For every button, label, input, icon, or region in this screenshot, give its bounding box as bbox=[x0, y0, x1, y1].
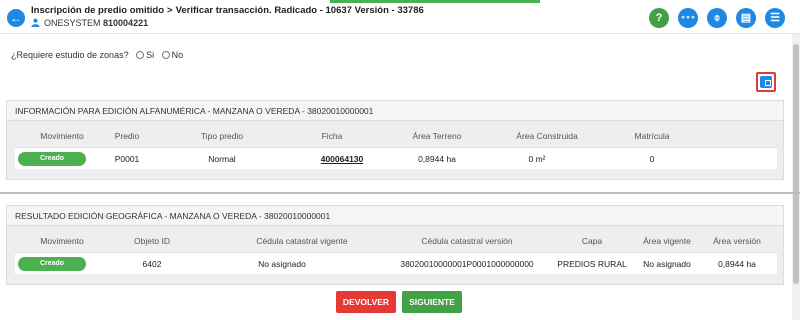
document-button[interactable]: ▤ bbox=[736, 8, 756, 28]
flow-button[interactable]: ∘∘∘ bbox=[678, 8, 698, 28]
radio-no[interactable] bbox=[161, 51, 170, 59]
column-header: Área Terreno bbox=[412, 131, 462, 141]
document-icon: ▤ bbox=[740, 12, 752, 24]
column-header: Objeto ID bbox=[134, 236, 170, 246]
column-header: Área vigente bbox=[643, 236, 691, 246]
siguiente-button[interactable]: SIGUIENTE bbox=[402, 291, 462, 313]
radio-yes[interactable] bbox=[136, 51, 145, 59]
alfa-panel: INFORMACIÓN PARA EDICIÓN ALFANUMÉRICA - … bbox=[6, 100, 784, 180]
cell-tipo-predio: Normal bbox=[208, 154, 236, 164]
column-header: Área versión bbox=[713, 236, 761, 246]
user-info: ONESYSTEM 810004221 bbox=[31, 18, 148, 28]
column-header: Capa bbox=[581, 236, 603, 246]
column-header: Área Construida bbox=[516, 131, 578, 141]
back-button[interactable]: ← bbox=[7, 9, 25, 27]
radio-no-label: No bbox=[171, 50, 184, 60]
cell-area-vigente: No asignado bbox=[643, 259, 691, 269]
cell-predio: P0001 bbox=[114, 154, 140, 164]
cell-area-version: 0,8944 ha bbox=[718, 259, 756, 269]
geo-panel: RESULTADO EDICIÓN GEOGRÁFICA - MANZANA O… bbox=[6, 205, 784, 285]
ficha-link[interactable]: 400064130 bbox=[307, 154, 377, 164]
breadcrumb-item: Verificar transacción. Radicado - 10637 … bbox=[175, 5, 424, 16]
scrollbar-thumb[interactable] bbox=[793, 44, 799, 284]
column-header: Cédula catastral versión bbox=[421, 236, 513, 246]
arrow-left-icon: ← bbox=[10, 11, 22, 25]
flow-icon: ∘∘∘ bbox=[680, 13, 696, 22]
cell-objeto-id: 6402 bbox=[142, 259, 162, 269]
attachment-icon: ⌽ bbox=[713, 12, 721, 24]
comments-button[interactable]: ☰ bbox=[765, 8, 785, 28]
column-header: Tipo predio bbox=[200, 131, 244, 141]
export-button[interactable] bbox=[756, 72, 776, 92]
alfa-panel-title: INFORMACIÓN PARA EDICIÓN ALFANUMÉRICA - … bbox=[7, 101, 783, 121]
status-badge[interactable]: Creado bbox=[18, 257, 86, 271]
attachment-button[interactable]: ⌽ bbox=[707, 8, 727, 28]
column-header: Matrícula bbox=[634, 131, 670, 141]
comments-icon: ☰ bbox=[770, 12, 780, 24]
breadcrumb-item[interactable]: Inscripción de predio omitido bbox=[31, 5, 164, 16]
section-divider bbox=[0, 192, 800, 194]
user-code: 810004221 bbox=[103, 18, 149, 28]
column-header: Cédula catastral vigente bbox=[256, 236, 348, 246]
scrollbar[interactable] bbox=[792, 34, 800, 320]
help-icon: ? bbox=[655, 12, 663, 24]
help-button[interactable]: ? bbox=[649, 8, 669, 28]
breadcrumb: Inscripción de predio omitido > Verificar … bbox=[31, 5, 424, 16]
column-header: Ficha bbox=[321, 131, 343, 141]
column-header: Movimiento bbox=[40, 236, 84, 246]
user-icon bbox=[31, 18, 40, 27]
cell-capa: PREDIOS RURAL bbox=[557, 259, 627, 269]
column-header: Predio bbox=[114, 131, 140, 141]
user-name: ONESYSTEM bbox=[44, 18, 101, 28]
header-bar: ← Inscripción de predio omitido > Verifica… bbox=[0, 0, 800, 34]
cell-area-construida: 0 m² bbox=[528, 154, 546, 164]
cell-cedula-vigente: No asignado bbox=[258, 259, 306, 269]
export-icon bbox=[760, 76, 772, 88]
cell-area-terreno: 0,8944 ha bbox=[418, 154, 456, 164]
chevron-right-icon: > bbox=[167, 5, 173, 16]
progress-line bbox=[330, 0, 540, 3]
column-header: Movimiento bbox=[40, 131, 84, 141]
status-badge[interactable]: Creado bbox=[18, 152, 86, 166]
radio-yes-label: Si bbox=[146, 50, 155, 60]
zone-study-question: ¿Requiere estudio de zonas? Si No bbox=[11, 50, 183, 60]
cell-matricula: 0 bbox=[649, 154, 655, 164]
question-label: ¿Requiere estudio de zonas? bbox=[11, 50, 129, 60]
devolver-button[interactable]: DEVOLVER bbox=[336, 291, 396, 313]
cell-cedula-version: 38020010000001P0001000000000 bbox=[400, 259, 534, 269]
geo-panel-title: RESULTADO EDICIÓN GEOGRÁFICA - MANZANA O… bbox=[7, 206, 783, 226]
